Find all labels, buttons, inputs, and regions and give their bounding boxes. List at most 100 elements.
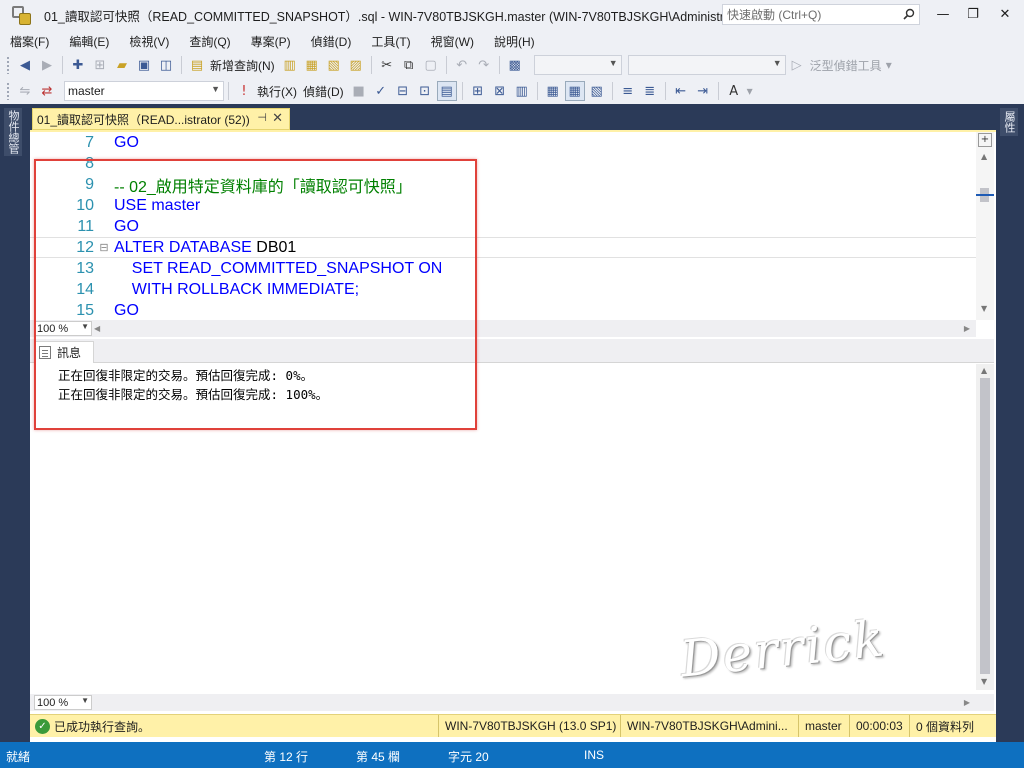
save-all-icon[interactable]: ◫ [156,55,176,75]
toolbar-separator [717,82,719,100]
toolbar-separator [611,82,613,100]
generic-debugger-button[interactable]: 泛型偵錯工具 [810,57,882,74]
annotation-highlight-box [34,159,477,430]
scroll-down-icon[interactable]: ▼ [981,304,987,313]
pin-icon[interactable]: ⊣ [257,111,267,124]
new-project-icon[interactable]: ✚ [68,55,88,75]
analysis-dmx-query-icon[interactable]: ▧ [324,55,344,75]
messages-vertical-scrollbar[interactable]: ▲ ▼ [976,364,994,690]
decrease-indent-icon[interactable]: ⇤ [671,81,691,101]
new-query-icon[interactable]: ▤ [187,55,207,75]
right-dock-strip: 屬性 [996,104,1024,742]
chevron-down-icon[interactable]: ▾ [747,84,753,98]
chevron-down-icon: ▼ [211,84,220,94]
status-ready: 就緒 [6,750,31,764]
toolbar-separator [370,56,372,74]
editor-vertical-scrollbar[interactable]: + ▲ ▼ [976,132,994,320]
parse-icon[interactable]: ✓ [371,81,391,101]
sql-editor-toolbar: ⇋ ⇄ master ▼ ! 執行(X) 偵錯(D) ■ ✓ ⊟ ⊡ ▤ ⊞ ⊠… [0,78,1024,104]
messages-zoom-value: 100 % [37,696,69,709]
menu-window[interactable]: 視窗(W) [421,33,484,50]
menu-file[interactable]: 檔案(F) [0,33,59,50]
redo-icon[interactable]: ↷ [474,55,494,75]
status-bar: 就緒 第 12 行 第 45 欄 字元 20 INS [0,742,1024,768]
scroll-right-icon[interactable]: ▶ [964,698,970,707]
platform-select[interactable]: ▼ [627,55,786,75]
properties-tab[interactable]: 屬性 [1000,108,1018,136]
object-explorer-tab[interactable]: 物件總管 [4,108,22,156]
solution-config-select[interactable]: ▼ [533,55,622,75]
increase-indent-icon[interactable]: ⇥ [693,81,713,101]
uncomment-icon[interactable]: ≣ [640,81,660,101]
document-tab-strip: 01_讀取認可快照（READ...istrator (52)) ⊣ ✕ [30,104,996,130]
execute-icon[interactable]: ! [234,81,254,101]
menu-tools[interactable]: 工具(T) [361,33,420,50]
restore-button[interactable]: ❐ [962,5,984,23]
toolbar-separator [228,82,229,100]
menu-help[interactable]: 說明(H) [484,33,545,50]
scroll-thumb[interactable] [980,378,990,674]
query-designer-icon[interactable]: ⊡ [415,81,435,101]
toolbar-grip[interactable] [6,56,10,74]
include-actual-plan-icon[interactable]: ⊞ [468,81,488,101]
query-document-tab[interactable]: 01_讀取認可快照（READ...istrator (52)) ⊣ ✕ [32,108,290,130]
sql-keyword: GO [114,133,139,151]
live-query-stats-icon[interactable]: ⊠ [490,81,510,101]
forward-icon[interactable]: ▶ [37,55,57,75]
cut-icon[interactable]: ✂ [377,55,397,75]
analysis-mdx-query-icon[interactable]: ▦ [302,55,322,75]
menu-debug[interactable]: 偵錯(D) [301,33,362,50]
menu-project[interactable]: 專案(P) [241,33,301,50]
scroll-up-icon[interactable]: ▲ [981,152,987,161]
results-to-file-icon[interactable]: ▧ [587,81,607,101]
ssms-app-icon [10,4,32,26]
caret-position-marker [976,194,994,196]
connect-icon[interactable]: ⇋ [15,81,35,101]
quick-launch-input[interactable]: 快速啟動 (Ctrl+Q) [722,4,920,25]
minimize-button[interactable]: — [932,5,954,23]
save-icon[interactable]: ▣ [134,55,154,75]
menu-view[interactable]: 檢視(V) [119,33,179,50]
back-icon[interactable]: ◀ [15,55,35,75]
activity-monitor-icon[interactable]: ▩ [505,55,525,75]
line-number: 7 [85,133,94,151]
analysis-xmla-query-icon[interactable]: ▨ [346,55,366,75]
split-icon[interactable]: + [978,133,992,147]
undo-icon[interactable]: ↶ [452,55,472,75]
intellisense-icon[interactable]: ▤ [436,81,457,101]
open-file-icon[interactable]: ▰ [112,55,132,75]
copy-icon[interactable]: ⧉ [399,55,419,75]
database-engine-query-icon[interactable]: ▥ [280,55,300,75]
debug-button[interactable]: 偵錯(D) [303,83,344,100]
code-line[interactable]: 7 GO [30,132,976,153]
display-estimated-plan-icon[interactable]: ⊟ [393,81,413,101]
change-connection-icon[interactable]: ⇄ [37,81,57,101]
cancel-query-icon[interactable]: ■ [349,81,369,101]
results-to-grid-icon[interactable]: ▦ [564,81,585,101]
scroll-right-icon[interactable]: ▶ [964,324,970,333]
chevron-down-icon: ▼ [81,696,89,705]
toolbar-separator [536,82,538,100]
paste-icon[interactable]: ▢ [421,55,441,75]
comment-icon[interactable]: ≡ [618,81,638,101]
execute-button[interactable]: 執行(X) [257,83,297,100]
row-count: 0 個資料列 [909,715,974,737]
client-statistics-icon[interactable]: ▥ [512,81,532,101]
scroll-down-icon[interactable]: ▼ [981,677,987,686]
add-item-icon[interactable]: ⊞ [90,55,110,75]
window-title: 01_讀取認可快照（READ_COMMITTED_SNAPSHOT）.sql -… [44,9,724,24]
user-info: WIN-7V80TBJSKGH\Admini... [620,715,788,737]
available-databases-select[interactable]: master ▼ [64,81,224,101]
chevron-down-icon[interactable]: ▾ [886,58,892,72]
results-to-text-icon[interactable]: ▦ [543,81,563,101]
menu-edit[interactable]: 編輯(E) [59,33,119,50]
menu-query[interactable]: 查詢(Q) [179,33,240,50]
messages-zoom-select[interactable]: 100 % ▼ [34,695,92,710]
close-window-button[interactable]: ✕ [994,5,1016,23]
toolbar-grip[interactable] [6,82,10,100]
close-tab-icon[interactable]: ✕ [272,110,283,126]
specify-template-values-icon[interactable]: A [724,81,744,101]
scroll-up-icon[interactable]: ▲ [981,366,987,375]
new-query-button[interactable]: 新增查詢(N) [210,57,275,74]
title-bar: 01_讀取認可快照（READ_COMMITTED_SNAPSHOT）.sql -… [0,0,1024,30]
